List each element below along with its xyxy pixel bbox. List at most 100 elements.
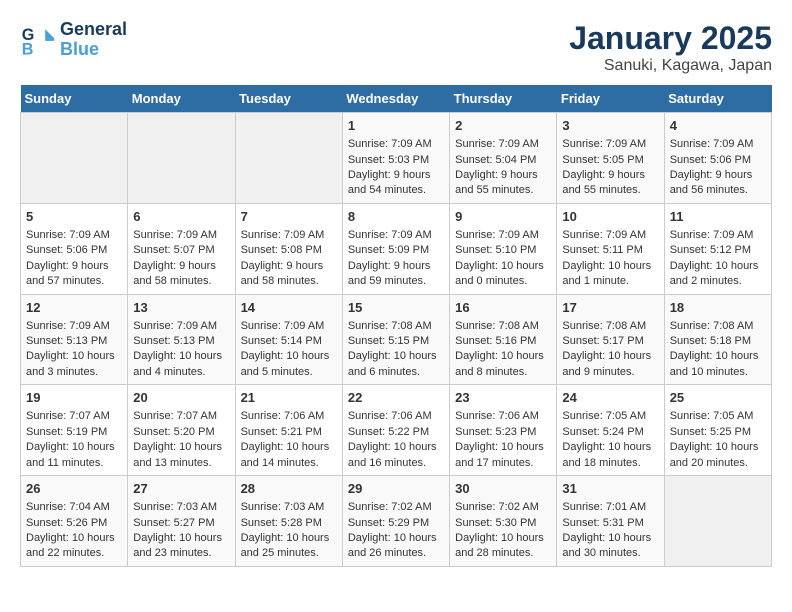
day-content: and 18 minutes. <box>562 456 658 471</box>
day-content: Daylight: 9 hours <box>670 168 766 183</box>
day-content: Sunset: 5:26 PM <box>26 516 122 531</box>
day-content: Daylight: 10 hours <box>241 440 337 455</box>
page-header: G B General Blue January 2025 Sanuki, Ka… <box>20 20 772 75</box>
day-content: and 25 minutes. <box>241 546 337 561</box>
calendar-cell: 13 Sunrise: 7:09 AMSunset: 5:13 PMDayligh… <box>128 294 235 385</box>
day-number: 1 <box>348 117 444 135</box>
day-content: Daylight: 10 hours <box>562 259 658 274</box>
day-content: Sunrise: 7:09 AM <box>455 228 551 243</box>
day-number: 10 <box>562 208 658 226</box>
day-content: Daylight: 10 hours <box>26 349 122 364</box>
day-content: Daylight: 9 hours <box>562 168 658 183</box>
day-number: 15 <box>348 299 444 317</box>
day-content: Sunset: 5:09 PM <box>348 243 444 258</box>
day-number: 6 <box>133 208 229 226</box>
day-number: 4 <box>670 117 766 135</box>
day-content: Daylight: 9 hours <box>455 168 551 183</box>
calendar-week-row: 19Sunrise: 7:07 AMSunset: 5:19 PMDayligh… <box>21 385 772 476</box>
day-content: Sunrise: 7:05 AM <box>562 409 658 424</box>
day-content: Sunrise: 7:05 AM <box>670 409 766 424</box>
calendar-cell: 27Sunrise: 7:03 AMSunset: 5:27 PMDayligh… <box>128 476 235 567</box>
day-content: and 57 minutes. <box>26 274 122 289</box>
day-content: Sunset: 5:31 PM <box>562 516 658 531</box>
day-content: and 1 minute. <box>562 274 658 289</box>
weekday-header: Friday <box>557 85 664 113</box>
calendar-cell: 4Sunrise: 7:09 AMSunset: 5:06 PMDaylight… <box>664 113 771 204</box>
day-content: Sunrise: 7:09 AM <box>133 319 229 334</box>
weekday-header: Sunday <box>21 85 128 113</box>
day-number: 17 <box>562 299 658 317</box>
day-content: Sunrise: 7:06 AM <box>455 409 551 424</box>
day-number: 3 <box>562 117 658 135</box>
day-number: 22 <box>348 389 444 407</box>
day-content: Sunrise: 7:08 AM <box>348 319 444 334</box>
day-number: 28 <box>241 480 337 498</box>
calendar-cell: 26Sunrise: 7:04 AMSunset: 5:26 PMDayligh… <box>21 476 128 567</box>
day-content: Sunrise: 7:09 AM <box>348 137 444 152</box>
calendar-cell: 14Sunrise: 7:09 AMSunset: 5:14 PMDayligh… <box>235 294 342 385</box>
logo-text-line1: General <box>60 20 127 40</box>
day-content: and 56 minutes. <box>670 183 766 198</box>
day-content: Sunset: 5:14 PM <box>241 334 337 349</box>
day-content: and 28 minutes. <box>455 546 551 561</box>
day-content: Sunrise: 7:08 AM <box>670 319 766 334</box>
day-content: and 58 minutes. <box>241 274 337 289</box>
calendar-cell: 8Sunrise: 7:09 AMSunset: 5:09 PMDaylight… <box>342 203 449 294</box>
day-content: Sunrise: 7:03 AM <box>241 500 337 515</box>
day-number: 31 <box>562 480 658 498</box>
day-number: 24 <box>562 389 658 407</box>
day-content: Daylight: 10 hours <box>670 440 766 455</box>
day-number: 16 <box>455 299 551 317</box>
day-content: and 17 minutes. <box>455 456 551 471</box>
day-content: Sunset: 5:13 PM <box>133 334 229 349</box>
calendar-cell: 7Sunrise: 7:09 AMSunset: 5:08 PMDaylight… <box>235 203 342 294</box>
calendar-cell: 1Sunrise: 7:09 AMSunset: 5:03 PMDaylight… <box>342 113 449 204</box>
day-content: and 10 minutes. <box>670 365 766 380</box>
calendar-cell: 23Sunrise: 7:06 AMSunset: 5:23 PMDayligh… <box>450 385 557 476</box>
day-number: 29 <box>348 480 444 498</box>
day-content: Daylight: 10 hours <box>26 531 122 546</box>
day-number: 20 <box>133 389 229 407</box>
day-content: Sunrise: 7:06 AM <box>241 409 337 424</box>
title-block: January 2025 Sanuki, Kagawa, Japan <box>569 20 772 75</box>
day-number: 5 <box>26 208 122 226</box>
day-content: Sunset: 5:08 PM <box>241 243 337 258</box>
day-number: 18 <box>670 299 766 317</box>
calendar-cell: 2Sunrise: 7:09 AMSunset: 5:04 PMDaylight… <box>450 113 557 204</box>
calendar-cell: 29Sunrise: 7:02 AMSunset: 5:29 PMDayligh… <box>342 476 449 567</box>
day-content: Daylight: 9 hours <box>133 259 229 274</box>
day-content: Sunset: 5:24 PM <box>562 425 658 440</box>
day-content: Sunset: 5:15 PM <box>348 334 444 349</box>
day-number: 8 <box>348 208 444 226</box>
day-number: 13 <box>133 299 229 317</box>
calendar-cell <box>664 476 771 567</box>
day-content: Sunset: 5:16 PM <box>455 334 551 349</box>
day-content: Daylight: 9 hours <box>348 168 444 183</box>
day-number: 11 <box>670 208 766 226</box>
day-content: Sunrise: 7:09 AM <box>562 137 658 152</box>
day-content: Sunset: 5:23 PM <box>455 425 551 440</box>
calendar-cell: 3Sunrise: 7:09 AMSunset: 5:05 PMDaylight… <box>557 113 664 204</box>
logo: G B General Blue <box>20 20 127 60</box>
day-content: Daylight: 10 hours <box>133 349 229 364</box>
day-content: and 23 minutes. <box>133 546 229 561</box>
day-content: Daylight: 10 hours <box>670 349 766 364</box>
day-content: Sunset: 5:25 PM <box>670 425 766 440</box>
day-content: Sunset: 5:13 PM <box>26 334 122 349</box>
calendar-table: SundayMondayTuesdayWednesdayThursdayFrid… <box>20 85 772 567</box>
day-content: and 55 minutes. <box>455 183 551 198</box>
day-number: 14 <box>241 299 337 317</box>
day-content: Daylight: 10 hours <box>348 349 444 364</box>
day-content: Daylight: 10 hours <box>133 440 229 455</box>
weekday-header: Wednesday <box>342 85 449 113</box>
day-content: Sunrise: 7:04 AM <box>26 500 122 515</box>
day-content: and 6 minutes. <box>348 365 444 380</box>
day-content: and 54 minutes. <box>348 183 444 198</box>
day-content: Sunset: 5:28 PM <box>241 516 337 531</box>
day-content: Sunrise: 7:09 AM <box>241 319 337 334</box>
day-content: and 16 minutes. <box>348 456 444 471</box>
day-content: Daylight: 10 hours <box>348 440 444 455</box>
day-content: Daylight: 10 hours <box>455 259 551 274</box>
day-content: Sunrise: 7:07 AM <box>26 409 122 424</box>
day-content: and 2 minutes. <box>670 274 766 289</box>
